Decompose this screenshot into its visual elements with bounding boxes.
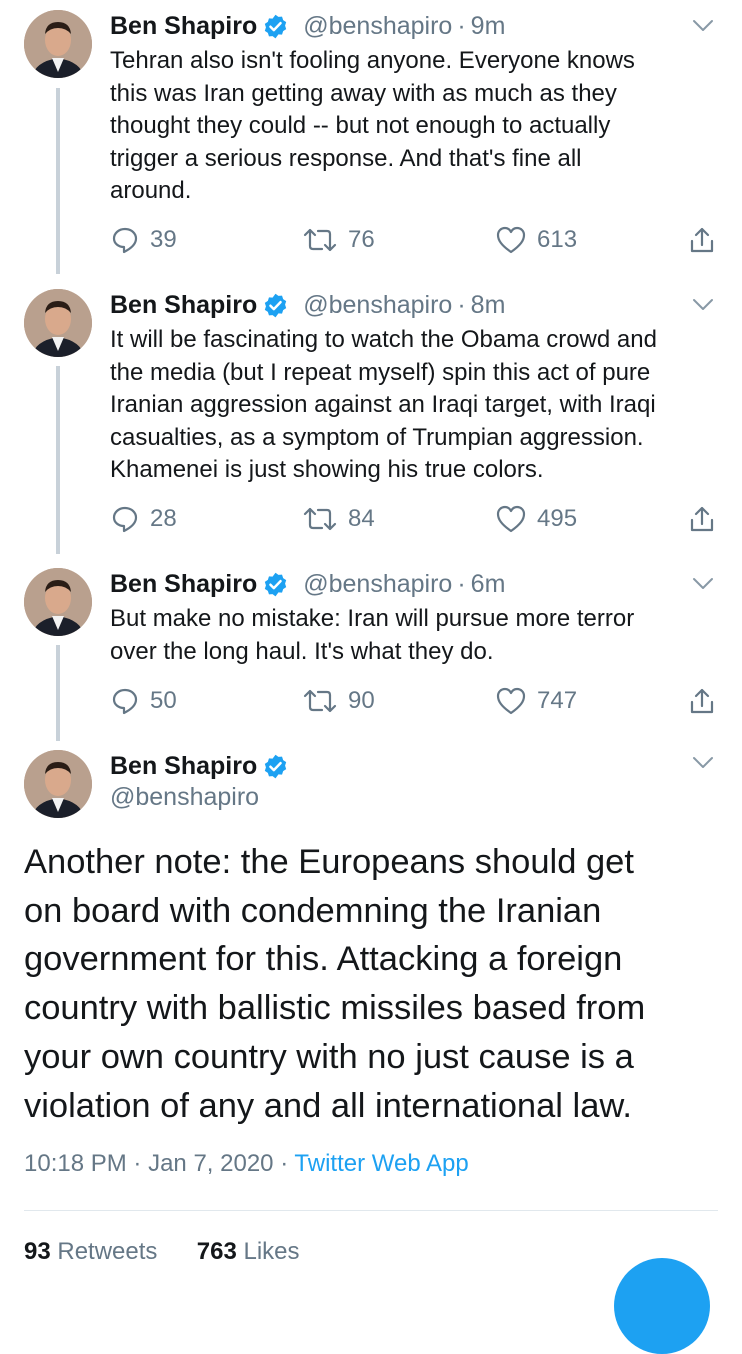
share-icon [690,688,714,714]
reply-icon [112,506,138,533]
tweet-text: It will be fascinating to watch the Obam… [110,326,657,483]
retweet-button[interactable]: 84 [302,503,375,535]
tweet-text: Tehran also isn't fooling anyone. Everyo… [110,47,635,204]
reply-button[interactable]: 28 [110,503,177,535]
likes-stat[interactable]: 763 Likes [197,1238,300,1265]
tweet-date: Jan 7, 2020 [148,1150,274,1177]
tweet-meta: 10:18 PM · Jan 7, 2020 · Twitter Web App [24,1150,469,1178]
heart-icon [496,226,526,254]
timestamp[interactable]: 6m [471,570,506,599]
tweet-header: Ben Shapiro @benshapiro · 9m [110,8,505,44]
reply-button[interactable]: 39 [110,224,177,256]
verified-badge-icon [265,293,287,317]
verified-badge-icon [265,754,287,778]
like-button[interactable]: 495 [495,503,577,535]
reply-count: 50 [150,687,177,714]
reply-icon [112,688,138,715]
handle[interactable]: @benshapiro [303,291,452,320]
display-name[interactable]: Ben Shapiro [110,291,257,320]
divider [24,1210,718,1211]
verified-badge-icon [265,572,287,596]
likes-label: Likes [243,1238,300,1265]
avatar[interactable] [24,289,92,357]
main-tweet-text: Another note: the Europeans should get o… [24,843,646,1125]
like-button[interactable]: 613 [495,224,577,256]
handle[interactable]: @benshapiro [110,783,259,812]
retweets-label: Retweets [57,1238,158,1265]
tweet-time: 10:18 PM [24,1150,127,1177]
display-name[interactable]: Ben Shapiro [110,12,257,41]
retweet-icon [303,228,337,252]
retweet-count: 90 [348,687,375,714]
separator: · [457,569,466,598]
chevron-down-icon[interactable] [691,295,715,315]
share-button[interactable] [688,503,716,535]
share-button[interactable] [688,224,716,256]
heart-icon [496,505,526,533]
reply-button[interactable]: 50 [110,685,177,717]
timestamp[interactable]: 9m [471,12,506,41]
reply-count: 39 [150,226,177,253]
retweet-icon [303,689,337,713]
like-total: 763 [196,1238,237,1265]
compose-tweet-button[interactable] [614,1258,710,1354]
retweet-button[interactable]: 76 [302,224,375,256]
verified-badge-icon [265,14,287,38]
avatar[interactable] [24,10,92,78]
retweet-count: 76 [348,226,375,253]
chevron-down-icon[interactable] [691,574,715,594]
tweet-header: Ben Shapiro @benshapiro · 6m [110,566,505,602]
timestamp[interactable]: 8m [471,291,506,320]
retweet-icon [303,507,337,531]
separator: · [133,1150,142,1177]
avatar[interactable] [24,568,92,636]
like-count: 747 [537,687,578,714]
avatar[interactable] [24,750,92,818]
thread-line [56,366,60,554]
retweet-button[interactable]: 90 [302,685,375,717]
share-icon [690,227,714,253]
retweets-stat[interactable]: 93 Retweets [24,1238,157,1265]
separator: · [280,1150,289,1177]
heart-icon [496,687,526,715]
thread-line [56,645,60,741]
tweet-source-link[interactable]: Twitter Web App [294,1150,468,1177]
reply-count: 28 [150,505,177,532]
share-button[interactable] [688,685,716,717]
display-name[interactable]: Ben Shapiro [110,570,257,599]
thread-line [56,88,60,274]
engagement-stats: 93 Retweets 763 Likes [24,1238,300,1266]
retweet-count: 84 [348,505,375,532]
like-button[interactable]: 747 [495,685,577,717]
handle[interactable]: @benshapiro [303,12,452,41]
chevron-down-icon[interactable] [691,753,715,773]
like-count: 613 [537,226,578,253]
like-count: 495 [537,505,578,532]
tweet-text: But make no mistake: Iran will pursue mo… [110,605,635,665]
tweet-header: Ben Shapiro @benshapiro · 8m [110,287,505,323]
handle[interactable]: @benshapiro [303,570,452,599]
tweet-header: Ben Shapiro [110,748,289,784]
separator: · [457,290,466,319]
chevron-down-icon[interactable] [691,16,715,36]
retweet-total: 93 [24,1238,51,1265]
display-name[interactable]: Ben Shapiro [110,752,257,781]
share-icon [690,506,714,532]
reply-icon [112,227,138,254]
separator: · [457,11,466,40]
